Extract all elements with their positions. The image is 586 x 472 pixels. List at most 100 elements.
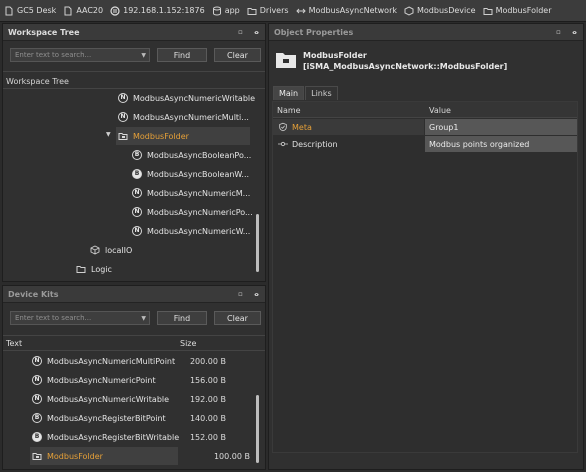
kit-list-item[interactable]: N ModbusAsyncNumericMultiPoint 200.00 B xyxy=(32,352,250,370)
workspace-scrollbar[interactable] xyxy=(256,214,259,272)
breadcrumb-label: ModbusDevice xyxy=(417,6,476,15)
kit-item-label: ModbusAsyncRegisterBitPoint xyxy=(47,413,166,423)
object-type: [iSMA_ModbusAsyncNetwork::ModbusFolder] xyxy=(303,62,508,71)
pin-icon[interactable]: ⴰ xyxy=(570,27,579,37)
property-grid-header: Name Value xyxy=(273,102,577,118)
workspace-search-row: Enter text to search... ▼ Find Clear xyxy=(10,48,261,62)
tab-links[interactable]: Links xyxy=(305,86,338,100)
divider xyxy=(3,71,265,72)
folder-icon xyxy=(483,6,493,16)
breadcrumb: GC5 Desk AAC20 192.168.1.152:1876 app Dr… xyxy=(0,0,586,22)
breadcrumb-label: ModbusFolder xyxy=(495,6,552,15)
dropdown-arrow-icon[interactable]: ▼ xyxy=(141,315,146,322)
document-icon xyxy=(4,6,14,16)
workspace-search-input[interactable]: Enter text to search... ▼ xyxy=(10,48,150,62)
tree-item-selected[interactable]: ModbusFolder xyxy=(116,127,250,145)
kit-item-label: ModbusAsyncNumericMultiPoint xyxy=(47,356,176,366)
breadcrumb-item-drivers[interactable]: Drivers xyxy=(247,6,289,16)
column-header-value[interactable]: Value xyxy=(429,106,451,115)
maximize-icon[interactable]: ▫ xyxy=(236,289,245,299)
clear-button[interactable]: Clear xyxy=(214,311,261,325)
property-value[interactable]: Modbus points organized xyxy=(425,136,577,152)
tree-item-label: ModbusAsyncNumericPo... xyxy=(147,207,253,217)
panel-title: Workspace Tree ▫ ⴰ xyxy=(3,24,265,41)
tree-item-label: ModbusAsyncBooleanPo... xyxy=(147,150,252,160)
search-placeholder: Enter text to search... xyxy=(15,314,92,322)
kit-item-size: 156.00 B xyxy=(189,375,226,385)
device-kits-title: Device Kits xyxy=(8,289,59,299)
numeric-point-icon: N xyxy=(32,356,42,366)
kit-item-size: 152.00 B xyxy=(189,432,226,442)
kit-list-item[interactable]: B ModbusAsyncRegisterBitWritable 152.00 … xyxy=(32,428,250,446)
numeric-point-icon: N xyxy=(132,226,142,236)
divider xyxy=(3,350,265,351)
property-tabs: Main Links xyxy=(273,86,339,100)
boolean-writable-icon: B xyxy=(132,169,142,179)
tab-main[interactable]: Main xyxy=(273,86,305,100)
boolean-point-icon: B xyxy=(32,413,42,423)
expand-arrow-icon[interactable]: ▼ xyxy=(106,131,111,138)
breadcrumb-label: 192.168.1.152:1876 xyxy=(123,6,205,15)
breadcrumb-item-ip[interactable]: 192.168.1.152:1876 xyxy=(110,5,205,16)
find-button[interactable]: Find xyxy=(157,311,207,325)
maximize-icon[interactable]: ▫ xyxy=(554,27,563,37)
tree-item-label: ModbusAsyncNumericW... xyxy=(147,226,251,236)
breadcrumb-item-device[interactable]: ModbusDevice xyxy=(404,5,476,16)
property-value[interactable]: Group1 xyxy=(425,119,577,135)
folder-icon xyxy=(247,6,257,16)
breadcrumb-label: ModbusAsyncNetwork xyxy=(308,6,397,15)
search-placeholder: Enter text to search... xyxy=(15,51,92,59)
cube-icon xyxy=(90,245,100,255)
tree-item[interactable]: B ModbusAsyncBooleanW... xyxy=(132,165,249,183)
numeric-point-icon: N xyxy=(118,112,128,122)
folder-large-icon xyxy=(275,49,297,69)
plug-icon xyxy=(110,5,120,16)
property-row-meta[interactable]: Meta Group1 xyxy=(273,119,577,136)
find-button[interactable]: Find xyxy=(157,48,207,62)
tree-item[interactable]: N ModbusAsyncNumericPo... xyxy=(132,203,253,221)
breadcrumb-label: GC5 Desk xyxy=(17,6,57,15)
kit-item-label: ModbusAsyncNumericWritable xyxy=(47,394,170,404)
kits-search-row: Enter text to search... ▼ Find Clear xyxy=(10,311,261,325)
clear-button[interactable]: Clear xyxy=(214,48,261,62)
folder-icon xyxy=(32,451,42,461)
tree-item[interactable]: Logic xyxy=(76,260,112,278)
tree-item[interactable]: B ModbusAsyncBooleanPo... xyxy=(132,146,251,164)
panel-title: Object Properties ▫ ⴰ xyxy=(269,24,583,41)
kit-item-size: 140.00 B xyxy=(189,413,226,423)
breadcrumb-item-aac20[interactable]: AAC20 xyxy=(63,6,103,16)
kits-search-input[interactable]: Enter text to search... ▼ xyxy=(10,311,150,325)
pin-icon[interactable]: ⴰ xyxy=(252,27,261,37)
maximize-icon[interactable]: ▫ xyxy=(236,27,245,37)
breadcrumb-item-folder[interactable]: ModbusFolder xyxy=(483,6,552,16)
numeric-point-icon: N xyxy=(118,93,128,103)
property-grid: Name Value Meta Group1 Description Modbu… xyxy=(272,101,578,453)
breadcrumb-label: Drivers xyxy=(259,6,289,15)
tree-item[interactable]: N ModbusAsyncNumericW... xyxy=(132,222,250,240)
boolean-writable-icon: B xyxy=(32,432,42,442)
dropdown-arrow-icon[interactable]: ▼ xyxy=(141,52,146,59)
panel-title: Device Kits ▫ ⴰ xyxy=(3,286,265,303)
kits-scrollbar[interactable] xyxy=(256,395,259,463)
property-row-description[interactable]: Description Modbus points organized xyxy=(273,136,577,153)
kit-list-item[interactable]: B ModbusAsyncRegisterBitPoint 140.00 B xyxy=(32,409,250,427)
kit-list-item[interactable]: N ModbusAsyncNumericPoint 156.00 B xyxy=(32,371,250,389)
link-icon xyxy=(277,139,289,149)
breadcrumb-item-network[interactable]: ModbusAsyncNetwork xyxy=(295,6,397,16)
column-header-text[interactable]: Text xyxy=(6,337,22,350)
tree-item-label: Logic xyxy=(91,264,112,274)
kit-list-item[interactable]: N ModbusAsyncNumericWritable 192.00 B xyxy=(32,390,250,408)
column-header-name[interactable]: Name xyxy=(277,106,301,115)
kit-list-item-selected[interactable]: ModbusFolder xyxy=(30,447,178,465)
breadcrumb-label: AAC20 xyxy=(76,6,104,15)
column-header-size[interactable]: Size xyxy=(180,337,196,350)
pin-icon[interactable]: ⴰ xyxy=(252,289,261,299)
breadcrumb-item-gc5-desk[interactable]: GC5 Desk xyxy=(4,6,56,16)
tree-item[interactable]: N ModbusAsyncNumericM... xyxy=(132,184,250,202)
kit-item-label: ModbusFolder xyxy=(47,451,103,461)
tree-item[interactable]: N ModbusAsyncNumericMulti... xyxy=(118,108,249,126)
tree-item[interactable]: localIO xyxy=(90,241,132,259)
breadcrumb-item-app[interactable]: app xyxy=(212,6,240,16)
tree-item[interactable]: N ModbusAsyncNumericWritable xyxy=(118,89,255,107)
breadcrumb-label: app xyxy=(224,6,240,15)
